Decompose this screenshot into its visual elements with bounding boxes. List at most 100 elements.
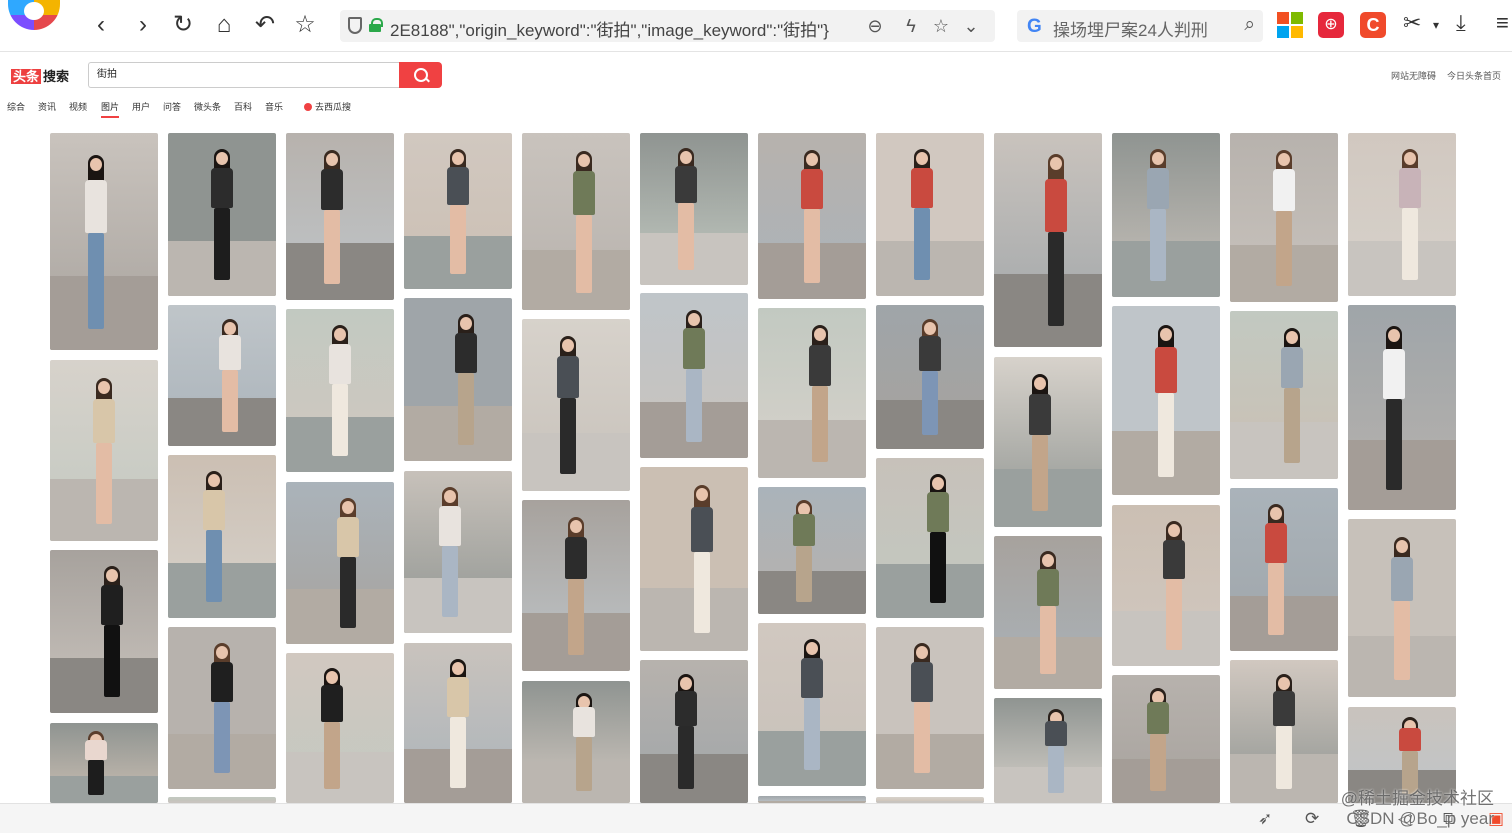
top-garment <box>573 707 595 738</box>
image-thumbnail[interactable] <box>876 133 984 296</box>
image-thumbnail[interactable] <box>404 298 512 461</box>
person-figure <box>1267 674 1301 791</box>
person-figure <box>1031 551 1065 676</box>
person-figure <box>331 498 365 631</box>
top-garment <box>93 398 115 444</box>
image-thumbnail[interactable] <box>1112 306 1220 495</box>
image-thumbnail[interactable] <box>168 133 276 296</box>
image-thumbnail[interactable] <box>522 500 630 671</box>
image-thumbnail[interactable] <box>758 487 866 614</box>
person-figure <box>913 319 947 437</box>
image-thumbnail[interactable] <box>994 536 1102 689</box>
bottom-garment <box>1048 746 1064 793</box>
image-thumbnail[interactable] <box>876 627 984 789</box>
bottom-garment <box>1276 725 1292 790</box>
top-garment <box>321 685 343 723</box>
image-thumbnail[interactable] <box>286 133 394 300</box>
image-thumbnail[interactable] <box>286 482 394 644</box>
image-thumbnail[interactable] <box>168 627 276 789</box>
image-thumbnail[interactable] <box>1230 311 1338 479</box>
image-thumbnail[interactable] <box>50 133 158 350</box>
image-thumbnail[interactable] <box>640 293 748 458</box>
image-thumbnail[interactable] <box>1348 305 1456 510</box>
bottom-garment <box>796 545 812 602</box>
top-garment <box>85 740 107 760</box>
bottom-garment <box>678 725 694 790</box>
image-thumbnail[interactable] <box>404 471 512 633</box>
person-figure <box>905 643 939 776</box>
image-thumbnail[interactable] <box>1230 133 1338 302</box>
bottom-garment <box>922 371 938 436</box>
bottom-garment <box>930 531 946 603</box>
image-thumbnail[interactable] <box>758 623 866 786</box>
bottom-garment <box>1386 399 1402 491</box>
bottom-garment <box>694 551 710 634</box>
top-garment <box>1399 168 1421 209</box>
image-thumbnail[interactable] <box>1112 675 1220 803</box>
image-thumbnail[interactable] <box>404 133 512 289</box>
image-thumbnail[interactable] <box>758 308 866 478</box>
sync-icon[interactable]: ⟳ <box>1305 809 1319 829</box>
image-thumbnail[interactable] <box>522 319 630 491</box>
image-thumbnail[interactable] <box>50 360 158 541</box>
bottom-garment <box>450 716 466 788</box>
top-garment <box>927 492 949 532</box>
bottom-garment <box>324 209 340 284</box>
image-thumbnail[interactable] <box>758 133 866 299</box>
image-thumbnail[interactable] <box>1230 660 1338 803</box>
person-figure <box>441 148 475 277</box>
face <box>814 328 826 341</box>
top-garment <box>675 690 697 726</box>
bottom-garment <box>214 208 230 281</box>
bottom-garment <box>1048 231 1064 327</box>
top-garment <box>683 328 705 370</box>
face <box>578 153 590 167</box>
bottom-garment <box>324 722 340 789</box>
top-garment <box>321 168 343 210</box>
top-garment <box>675 165 697 204</box>
image-thumbnail[interactable] <box>1348 519 1456 697</box>
image-thumbnail[interactable] <box>640 467 748 651</box>
image-thumbnail[interactable] <box>286 309 394 472</box>
bottom-garment <box>1284 388 1300 463</box>
face <box>90 157 102 171</box>
image-thumbnail[interactable] <box>50 550 158 713</box>
person-figure <box>95 566 129 700</box>
image-thumbnail[interactable] <box>1112 505 1220 666</box>
person-figure <box>1039 708 1073 795</box>
image-thumbnail[interactable] <box>404 643 512 803</box>
person-figure <box>315 668 349 791</box>
image-thumbnail[interactable] <box>1112 133 1220 297</box>
top-garment <box>85 179 107 233</box>
image-thumbnail[interactable] <box>876 458 984 618</box>
person-figure <box>79 154 113 333</box>
image-thumbnail[interactable] <box>994 133 1102 347</box>
top-garment <box>809 344 831 387</box>
image-thumbnail[interactable] <box>168 455 276 618</box>
person-figure <box>905 149 939 283</box>
top-garment <box>203 490 225 531</box>
image-thumbnail[interactable] <box>876 305 984 449</box>
person-figure <box>685 485 719 636</box>
top-garment <box>447 677 469 717</box>
person-figure <box>213 319 247 435</box>
image-thumbnail[interactable] <box>994 357 1102 527</box>
image-thumbnail[interactable] <box>286 653 394 803</box>
top-garment <box>1045 178 1067 232</box>
image-thumbnail[interactable] <box>50 723 158 803</box>
person-figure <box>1275 327 1309 466</box>
image-thumbnail[interactable] <box>168 305 276 446</box>
bottom-garment <box>88 759 104 796</box>
image-thumbnail[interactable] <box>1348 133 1456 296</box>
image-thumbnail[interactable] <box>758 796 866 803</box>
image-thumbnail[interactable] <box>640 660 748 803</box>
face <box>806 152 818 166</box>
image-thumbnail[interactable] <box>522 681 630 803</box>
top-garment <box>911 661 933 702</box>
image-thumbnail[interactable] <box>640 133 748 285</box>
image-thumbnail[interactable] <box>994 698 1102 803</box>
rocket-icon[interactable]: ➶ <box>1258 809 1272 829</box>
image-thumbnail[interactable] <box>522 133 630 310</box>
image-thumbnail[interactable] <box>1230 488 1338 651</box>
top-garment <box>691 506 713 552</box>
